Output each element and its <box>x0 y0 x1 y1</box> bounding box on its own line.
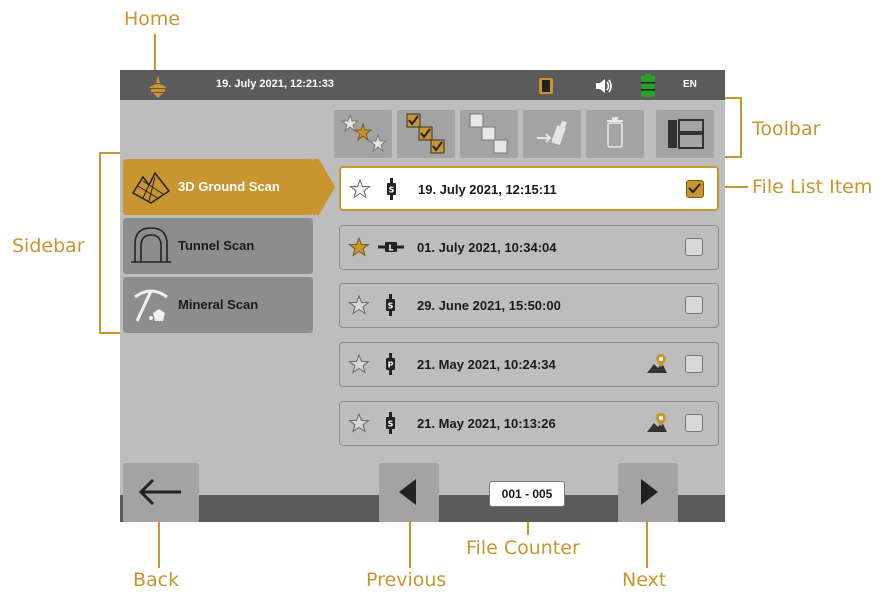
favorites-icon <box>340 113 388 153</box>
device-screen: 19. July 2021, 12:21:33 EN 3D Ground Sca… <box>120 70 725 522</box>
file-checkbox[interactable] <box>685 355 703 373</box>
star-outline-icon[interactable] <box>348 412 370 434</box>
file-list-item[interactable]: S 29. June 2021, 15:50:00 <box>339 283 719 328</box>
file-list-item[interactable]: S 19. July 2021, 12:15:11 <box>339 166 719 211</box>
leader-toolbar-bracket <box>725 97 741 99</box>
sidebar-item-mineral-scan[interactable]: Mineral Scan <box>123 277 313 333</box>
file-list-item[interactable]: L 01. July 2021, 10:34:04 <box>339 225 719 270</box>
mode-s-icon: S <box>386 294 395 316</box>
previous-button[interactable] <box>379 463 439 522</box>
file-checkbox[interactable] <box>685 238 703 256</box>
star-outline-icon[interactable] <box>348 294 370 316</box>
sidebar-item-3d-ground-scan[interactable]: 3D Ground Scan <box>123 159 335 215</box>
mode-l-icon: L <box>378 242 404 253</box>
battery-icon <box>640 74 656 98</box>
geo-location-icon <box>647 354 667 373</box>
sidebar-item-label: Mineral Scan <box>178 297 259 312</box>
callout-next: Next <box>622 569 667 591</box>
mode-s-icon: S <box>386 412 395 434</box>
active-pointer <box>313 159 335 215</box>
toolbar-layout-button[interactable] <box>656 110 714 158</box>
mode-s-icon: S <box>387 178 396 200</box>
triangle-right-icon <box>641 479 658 505</box>
file-counter: 001 - 005 <box>489 481 565 507</box>
file-date: 01. July 2021, 10:34:04 <box>417 240 557 255</box>
leader-sidebar-bracket <box>99 152 101 334</box>
device-icon <box>537 77 555 95</box>
star-filled-icon[interactable] <box>348 236 370 258</box>
geo-location-icon <box>647 413 667 432</box>
file-date: 21. May 2021, 10:24:34 <box>417 357 556 372</box>
sidebar-item-label: 3D Ground Scan <box>178 179 280 194</box>
tunnel-icon <box>131 227 171 263</box>
leader-home <box>154 34 156 72</box>
svg-text:L: L <box>388 244 393 253</box>
layout-icon <box>668 119 704 149</box>
file-date: 19. July 2021, 12:15:11 <box>418 182 557 197</box>
toolbar-delete-button[interactable] <box>586 110 644 158</box>
toolbar-uncheck-all-button[interactable] <box>460 110 518 158</box>
back-button[interactable] <box>123 463 199 522</box>
leader-next <box>646 520 648 568</box>
file-checkbox[interactable] <box>686 180 704 198</box>
ground-scan-icon <box>131 171 171 204</box>
toolbar-usb-export-button[interactable] <box>523 110 581 158</box>
svg-text:P: P <box>388 361 394 370</box>
next-button[interactable] <box>618 463 678 522</box>
usb-export-icon <box>537 120 567 145</box>
leader-previous <box>409 520 411 568</box>
status-datetime: 19. July 2021, 12:21:33 <box>216 78 335 90</box>
sidebar-item-tunnel-scan[interactable]: Tunnel Scan <box>123 218 313 274</box>
svg-text:S: S <box>388 302 394 311</box>
volume-icon[interactable] <box>594 77 614 95</box>
file-list-item[interactable]: S 21. May 2021, 10:13:26 <box>339 401 719 446</box>
svg-text:S: S <box>388 420 394 429</box>
toolbar-check-all-button[interactable] <box>397 110 455 158</box>
uncheck-multiple-icon <box>469 113 508 154</box>
triangle-left-icon <box>399 479 416 505</box>
svg-text:S: S <box>389 186 395 195</box>
pickaxe-icon <box>134 289 168 322</box>
callout-file-counter: File Counter <box>466 537 580 559</box>
file-date: 29. June 2021, 15:50:00 <box>417 298 561 313</box>
callout-back: Back <box>133 569 180 591</box>
check-multiple-icon <box>406 113 445 154</box>
home-icon[interactable] <box>146 74 170 98</box>
star-outline-icon[interactable] <box>349 178 371 200</box>
language-indicator[interactable]: EN <box>683 79 697 90</box>
arrow-left-icon <box>138 478 181 506</box>
leader-toolbar-bracket-v <box>740 97 742 158</box>
file-checkbox[interactable] <box>685 296 703 314</box>
callout-previous: Previous <box>366 569 447 591</box>
file-checkbox[interactable] <box>685 414 703 432</box>
leader-back <box>158 520 160 568</box>
callout-toolbar: Toolbar <box>752 118 821 140</box>
leader-toolbar-bracket-b <box>725 156 741 158</box>
sidebar-item-label: Tunnel Scan <box>178 238 255 253</box>
status-bar: 19. July 2021, 12:21:33 EN <box>120 70 725 100</box>
toolbar-favorites-button[interactable] <box>334 110 392 158</box>
leader-file-item <box>722 186 748 188</box>
callout-home: Home <box>124 8 181 30</box>
file-list-item[interactable]: P 21. May 2021, 10:24:34 <box>339 342 719 387</box>
file-date: 21. May 2021, 10:13:26 <box>417 416 556 431</box>
mode-p-icon: P <box>386 353 395 375</box>
trash-icon <box>607 117 623 148</box>
star-outline-icon[interactable] <box>348 353 370 375</box>
callout-file-list-item: File List Item <box>752 176 873 198</box>
callout-sidebar: Sidebar <box>12 235 85 257</box>
